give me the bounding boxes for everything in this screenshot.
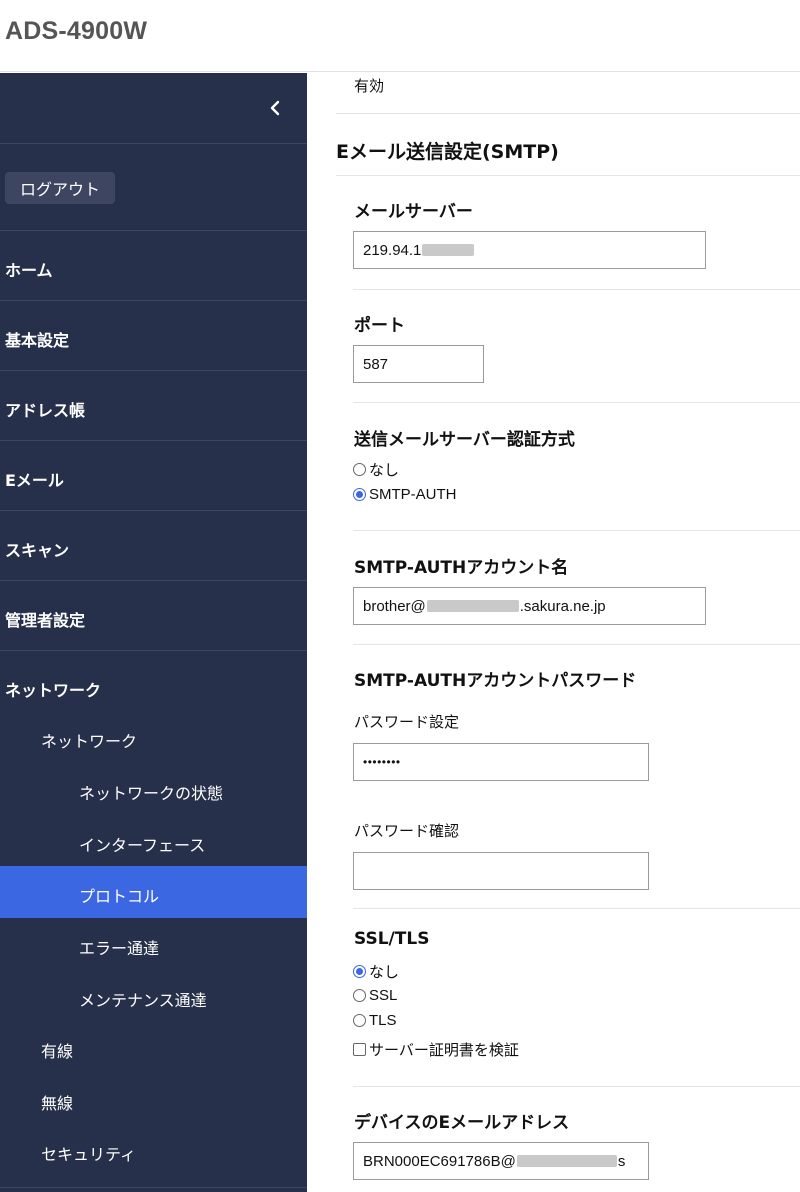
mail-server-value: 219.94.1 xyxy=(363,241,422,259)
ssl-tls-label: SSL/TLS xyxy=(354,929,430,949)
section-divider xyxy=(336,175,800,176)
mail-server-input[interactable]: 219.94.1 xyxy=(353,231,706,269)
field-divider xyxy=(353,644,800,645)
auth-method-label: 送信メールサーバー認証方式 xyxy=(354,430,575,450)
sidebar-subitem-security[interactable]: セキュリティ xyxy=(41,1141,136,1165)
radio-button[interactable] xyxy=(353,1014,366,1027)
account-name-input[interactable]: brother@ .sakura.ne.jp xyxy=(353,587,706,625)
ssl-option-ssl-label: SSL xyxy=(369,987,398,1004)
sidebar-item-email[interactable]: Eメール xyxy=(5,467,64,491)
section-divider xyxy=(336,113,800,114)
sidebar-subitem-wireless[interactable]: 無線 xyxy=(41,1090,73,1114)
port-label: ポート xyxy=(354,316,405,336)
main-content: 有効 Eメール送信設定(SMTP) メールサーバー 219.94.1 ポート 5… xyxy=(307,73,800,1192)
sidebar-subitem-error-notification[interactable]: エラー通達 xyxy=(79,935,159,959)
sidebar-subitem-network[interactable]: ネットワーク xyxy=(41,728,137,752)
device-email-label: デバイスのEメールアドレス xyxy=(354,1113,570,1133)
ssl-option-none-label: なし xyxy=(369,963,400,981)
sidebar-divider xyxy=(0,300,307,301)
field-divider xyxy=(353,402,800,403)
verify-certificate-label: サーバー証明書を検証 xyxy=(369,1041,519,1059)
sidebar-divider xyxy=(0,510,307,511)
section-title: Eメール送信設定(SMTP) xyxy=(336,141,559,163)
field-divider xyxy=(353,530,800,531)
sidebar-item-network[interactable]: ネットワーク xyxy=(5,677,101,701)
auth-option-smtp-auth[interactable]: SMTP-AUTH xyxy=(353,486,457,503)
device-email-input[interactable]: BRN000EC691786B@ s xyxy=(353,1142,649,1180)
radio-button[interactable] xyxy=(353,463,366,476)
logout-button[interactable]: ログアウト xyxy=(5,172,115,204)
sidebar-subitem-interface[interactable]: インターフェース xyxy=(79,832,205,856)
password-set-label: パスワード設定 xyxy=(354,713,460,731)
account-name-label: SMTP-AUTHアカウント名 xyxy=(354,558,569,578)
sidebar-divider xyxy=(0,1187,307,1188)
sidebar-subitem-maintenance-notification[interactable]: メンテナンス通達 xyxy=(79,987,207,1011)
port-input[interactable]: 587 xyxy=(353,345,484,383)
previous-setting-value: 有効 xyxy=(354,77,385,95)
password-set-input[interactable]: •••••••• xyxy=(353,743,649,781)
password-set-value: •••••••• xyxy=(363,755,401,769)
field-divider xyxy=(353,908,800,909)
sidebar-divider xyxy=(0,580,307,581)
ssl-option-ssl[interactable]: SSL xyxy=(353,987,397,1004)
collapse-sidebar-button[interactable] xyxy=(262,93,288,123)
auth-option-none[interactable]: なし xyxy=(353,459,399,480)
redacted-text xyxy=(426,600,519,612)
ssl-option-tls-label: TLS xyxy=(369,1012,397,1029)
sidebar-divider xyxy=(0,143,307,144)
field-divider xyxy=(353,1086,800,1087)
field-divider xyxy=(353,289,800,290)
ssl-option-none[interactable]: なし xyxy=(353,961,399,982)
app-header: ADS-4900W xyxy=(0,0,800,72)
sidebar-subitem-wired[interactable]: 有線 xyxy=(41,1038,73,1062)
radio-button-checked[interactable] xyxy=(353,965,366,978)
verify-certificate-checkbox[interactable] xyxy=(353,1043,366,1056)
sidebar-item-address-book[interactable]: アドレス帳 xyxy=(5,397,85,421)
sidebar-subitem-network-status[interactable]: ネットワークの状態 xyxy=(79,780,223,804)
sidebar-item-basic-settings[interactable]: 基本設定 xyxy=(5,327,69,351)
sidebar-item-admin-settings[interactable]: 管理者設定 xyxy=(5,607,85,631)
device-email-suffix: s xyxy=(617,1152,626,1170)
sidebar-divider xyxy=(0,440,307,441)
sidebar-divider xyxy=(0,230,307,231)
sidebar-divider xyxy=(0,650,307,651)
port-value: 587 xyxy=(363,355,389,373)
account-name-prefix: brother@ xyxy=(363,597,426,615)
sidebar-item-home[interactable]: ホーム xyxy=(5,257,53,281)
redacted-text xyxy=(516,1155,617,1167)
device-email-prefix: BRN000EC691786B@ xyxy=(363,1152,516,1170)
auth-option-smtp-auth-label: SMTP-AUTH xyxy=(369,486,457,503)
radio-button[interactable] xyxy=(353,989,366,1002)
radio-button-checked[interactable] xyxy=(353,488,366,501)
auth-option-none-label: なし xyxy=(369,461,400,479)
sidebar-divider xyxy=(0,370,307,371)
ssl-option-tls[interactable]: TLS xyxy=(353,1012,397,1029)
sidebar-item-scan[interactable]: スキャン xyxy=(5,537,69,561)
password-confirm-input[interactable] xyxy=(353,852,649,890)
mail-server-label: メールサーバー xyxy=(354,202,473,222)
account-name-suffix: .sakura.ne.jp xyxy=(519,597,606,615)
account-password-label: SMTP-AUTHアカウントパスワード xyxy=(354,671,637,691)
verify-certificate-checkbox-row[interactable]: サーバー証明書を検証 xyxy=(353,1039,519,1060)
sidebar: ログアウト ホーム 基本設定 アドレス帳 Eメール スキャン 管理者設定 ネット… xyxy=(0,73,307,1192)
redacted-text xyxy=(422,244,475,256)
app-title: ADS-4900W xyxy=(5,17,148,45)
chevron-left-icon xyxy=(270,100,280,116)
password-confirm-label: パスワード確認 xyxy=(354,822,460,840)
sidebar-subitem-protocol[interactable]: プロトコル xyxy=(79,883,159,907)
